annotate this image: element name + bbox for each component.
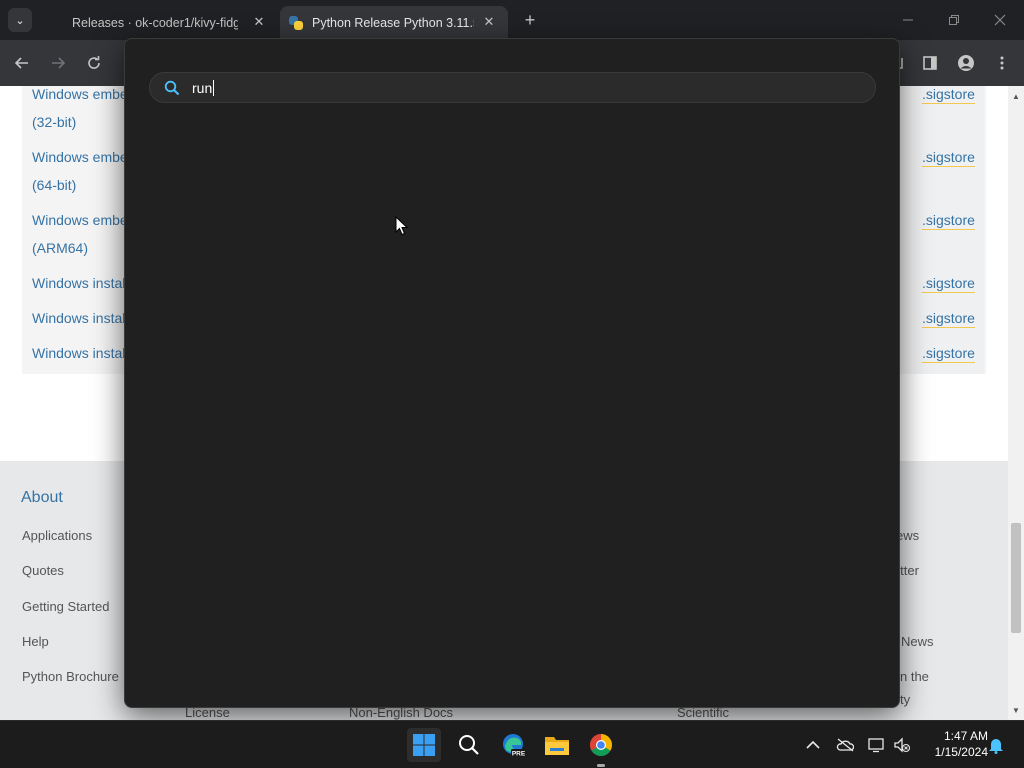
side-panel-button[interactable]	[918, 51, 942, 75]
restore-icon	[949, 15, 959, 25]
monitor-icon	[868, 738, 884, 753]
search-box[interactable]	[149, 72, 876, 103]
avatar-icon	[958, 55, 974, 71]
search-icon	[164, 80, 180, 96]
restore-button[interactable]	[942, 8, 966, 32]
close-icon[interactable]: ✕	[250, 13, 268, 31]
menu-button[interactable]	[990, 51, 1014, 75]
footer-heading-about[interactable]: About	[21, 489, 63, 507]
page-scrollbar[interactable]: ▲ ▼	[1008, 86, 1024, 720]
mouse-cursor-icon	[395, 216, 409, 236]
download-link[interactable]: Windows instal	[32, 304, 125, 332]
taskbar-search-button[interactable]	[452, 728, 486, 762]
scroll-up-icon[interactable]: ▲	[1008, 88, 1024, 104]
window-close-button[interactable]	[988, 8, 1012, 32]
chevron-up-icon	[806, 740, 820, 749]
footer-link[interactable]: n the	[900, 669, 929, 684]
sigstore-link[interactable]: .sigstore	[922, 211, 975, 230]
footer-link[interactable]: Getting Started	[22, 599, 109, 614]
sigstore-link[interactable]: .sigstore	[922, 274, 975, 293]
sigstore-link[interactable]: .sigstore	[922, 86, 975, 104]
edge-beta-button[interactable]: PRE	[496, 728, 530, 762]
search-flyout	[124, 38, 900, 708]
reload-icon	[88, 56, 100, 69]
text-caret	[213, 80, 214, 96]
cloud-off-icon	[836, 738, 854, 752]
footer-link[interactable]: ty	[900, 692, 910, 707]
search-icon	[459, 735, 479, 755]
close-icon	[994, 14, 1006, 26]
network-button[interactable]	[867, 735, 887, 755]
minimize-button[interactable]	[896, 8, 920, 32]
close-icon[interactable]: ✕	[480, 13, 498, 31]
reload-button[interactable]	[82, 51, 106, 75]
edge-icon: PRE	[503, 734, 526, 758]
onedrive-button[interactable]	[835, 735, 855, 755]
profile-button[interactable]	[954, 51, 978, 75]
sigstore-link[interactable]: .sigstore	[922, 344, 975, 363]
start-button[interactable]	[407, 728, 441, 762]
tab-python-release[interactable]: Python Release Python 3.11.5 | Python.or…	[280, 6, 508, 40]
download-link[interactable]: Windows instal	[32, 269, 125, 297]
forward-button[interactable]	[46, 51, 70, 75]
sigstore-link[interactable]: .sigstore	[922, 148, 975, 167]
new-tab-button[interactable]: +	[520, 10, 540, 30]
arrow-right-icon	[52, 57, 66, 69]
sigstore-column	[914, 86, 984, 374]
footer-link[interactable]: Quotes	[22, 563, 64, 578]
side-panel-icon	[923, 56, 937, 70]
footer-link[interactable]: Applications	[22, 528, 92, 543]
sigstore-link[interactable]: .sigstore	[922, 309, 975, 328]
minimize-icon	[903, 19, 913, 21]
windows-logo-icon	[413, 734, 435, 756]
taskbar: PRE 1:47 AM 1/15/2024	[0, 720, 1024, 768]
arrow-left-icon	[14, 57, 28, 69]
python-favicon-icon	[288, 15, 304, 31]
search-input[interactable]	[192, 78, 852, 98]
tab-strip: ⌄ Releases · ok-coder1/kivy-fidget ✕ Pyt…	[0, 0, 1024, 40]
tab-releases[interactable]: Releases · ok-coder1/kivy-fidget ✕	[56, 6, 278, 40]
folder-icon	[545, 737, 569, 755]
clock-time: 1:47 AM	[943, 729, 988, 743]
footer-link[interactable]: Help	[22, 634, 49, 649]
chrome-icon	[590, 734, 612, 756]
tray-overflow-button[interactable]	[803, 735, 823, 755]
notifications-button[interactable]	[986, 735, 1006, 755]
back-button[interactable]	[10, 51, 34, 75]
footer-link[interactable]: Python Brochure	[22, 669, 119, 684]
tab-title: Python Release Python 3.11.5 | Python.or…	[312, 16, 474, 30]
edge-badge: PRE	[512, 751, 526, 758]
footer-link[interactable]: News	[901, 634, 934, 649]
download-link[interactable]: Windows embe (32-bit)	[32, 86, 128, 136]
bell-icon	[989, 739, 1003, 754]
download-link[interactable]: Windows instal	[32, 339, 125, 367]
speaker-muted-icon	[894, 737, 911, 753]
kebab-menu-icon	[1000, 56, 1004, 70]
tab-title: Releases · ok-coder1/kivy-fidget	[72, 16, 238, 30]
chrome-button[interactable]	[584, 728, 618, 767]
scroll-thumb[interactable]	[1011, 523, 1021, 633]
clock-date: 1/15/2024	[934, 745, 988, 759]
tab-search-button[interactable]: ⌄	[8, 8, 32, 32]
running-indicator	[597, 764, 605, 767]
download-link[interactable]: Windows embe (ARM64)	[32, 206, 128, 262]
volume-button[interactable]	[892, 735, 912, 755]
scroll-down-icon[interactable]: ▼	[1008, 702, 1024, 718]
download-link[interactable]: Windows embe (64-bit)	[32, 143, 128, 199]
system-clock[interactable]: 1:47 AM 1/15/2024	[916, 728, 988, 760]
file-explorer-button[interactable]	[540, 728, 574, 762]
chevron-down-icon: ⌄	[15, 14, 25, 27]
